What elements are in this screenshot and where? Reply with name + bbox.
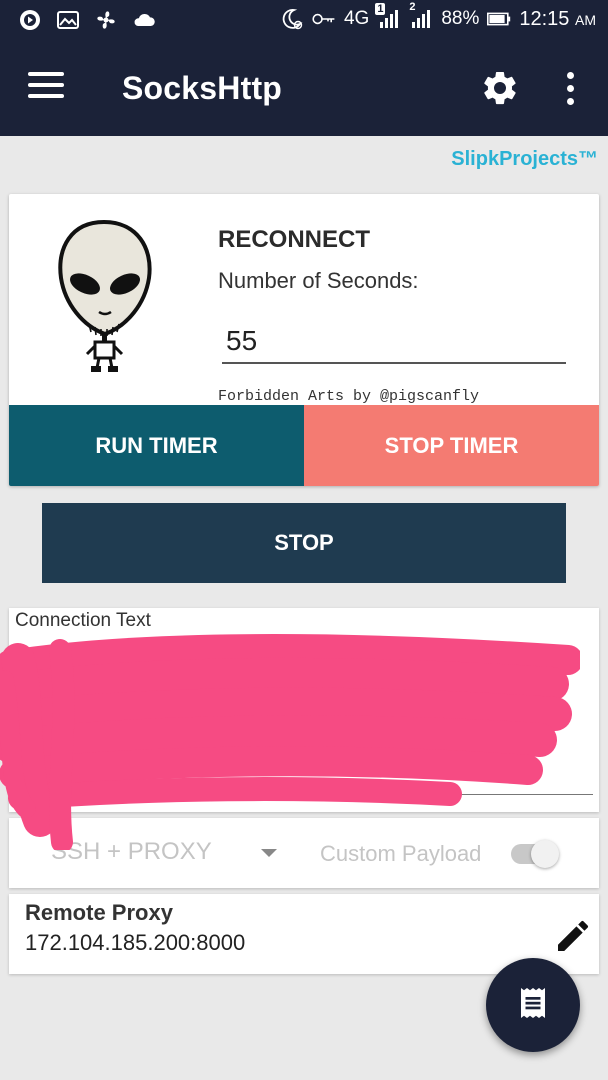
remote-proxy-title: Remote Proxy	[25, 900, 173, 925]
fan-icon	[94, 8, 118, 32]
remote-proxy-value: 172.104.185.200:8000	[25, 930, 246, 955]
pencil-icon[interactable]	[553, 916, 593, 956]
system-indicators: 4G 1 2 88% 12:15 AM	[280, 1, 596, 31]
status-bar: 4G 1 2 88% 12:15 AM	[0, 0, 608, 40]
signal-icon: 1	[375, 3, 401, 31]
battery-percent: 88%	[441, 8, 480, 29]
cloud-icon	[132, 8, 156, 32]
alien-icon	[49, 216, 179, 376]
run-timer-button[interactable]: RUN TIMER	[9, 405, 304, 486]
signal-icon: 2	[409, 1, 433, 31]
brand-label: SlipkProjects™	[451, 148, 598, 170]
moon-alarm-icon	[280, 7, 304, 31]
seconds-input[interactable]	[222, 320, 566, 364]
stop-timer-button[interactable]: STOP TIMER	[304, 405, 599, 486]
clock: 12:15 AM	[519, 8, 596, 31]
notification-icons	[18, 8, 156, 32]
battery-icon	[487, 7, 511, 31]
key-icon	[312, 7, 336, 31]
sim1-badge: 1	[375, 3, 386, 15]
clock-ampm: AM	[575, 11, 596, 28]
more-vert-icon[interactable]	[556, 68, 584, 108]
remote-proxy-card[interactable]: Remote Proxy 172.104.185.200:8000	[9, 894, 599, 974]
reconnect-title: RECONNECT	[218, 226, 371, 253]
log-fab-button[interactable]	[486, 958, 580, 1052]
image-icon	[56, 8, 80, 32]
reconnect-card: RECONNECT Number of Seconds: Forbidden A…	[9, 194, 599, 486]
media-icon	[18, 8, 42, 32]
gear-icon[interactable]	[480, 68, 520, 108]
app-title: SocksHttp	[122, 70, 283, 106]
seconds-label: Number of Seconds:	[218, 268, 419, 293]
clock-time: 12:15	[519, 7, 570, 30]
chevron-down-icon[interactable]	[261, 849, 277, 857]
sim2-badge: 2	[409, 1, 416, 13]
network-type: 4G	[343, 8, 370, 29]
credit-text: Forbidden Arts by @pigscanfly	[218, 388, 480, 405]
menu-icon[interactable]	[28, 72, 64, 102]
receipt-log-icon	[515, 985, 551, 1026]
redaction-scribble	[0, 634, 580, 850]
stop-button[interactable]: STOP	[42, 503, 566, 583]
app-bar: SocksHttp	[0, 40, 608, 136]
